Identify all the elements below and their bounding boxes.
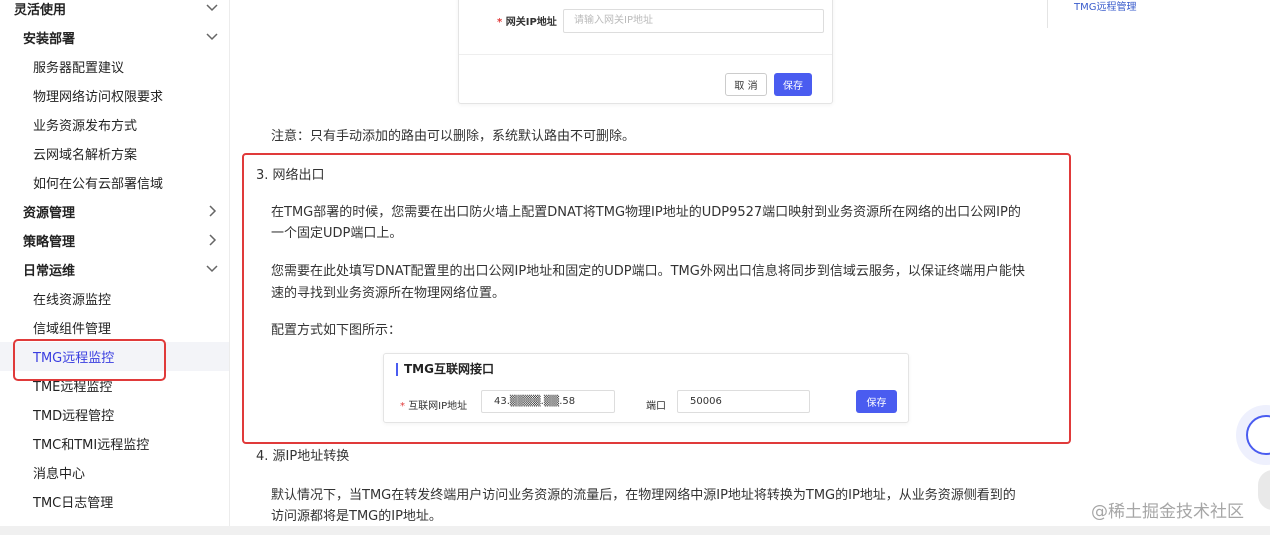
sidebar-item-resource-publish[interactable]: 业务资源发布方式 [0, 110, 229, 139]
paragraph-line: 在TMG部署的时候，您需要在出口防火墙上配置DNAT将TMG物理IP地址的UDP… [271, 205, 1021, 220]
sidebar-item-label: 信域组件管理 [33, 322, 112, 337]
main-content: * 网关IP地址 请输入网关IP地址 取 消 保存 注意：只有手动添加的路由可以… [230, 0, 1270, 535]
highlight-box-sidebar [13, 339, 166, 381]
headset-icon [1246, 415, 1270, 455]
toc-item-tmg-remote-mgmt[interactable]: TMG远程管理 [1074, 0, 1137, 13]
section-title: 3. 网络出口 [256, 168, 325, 183]
internet-ip-input[interactable]: 43.▒▒▒▒.▒▒.58 [481, 390, 615, 413]
sidebar-item-network-permission[interactable]: 物理网络访问权限要求 [0, 81, 229, 110]
gateway-ip-label: * 网关IP地址 [497, 17, 557, 28]
sidebar-item-label: 安装部署 [23, 32, 76, 47]
sidebar: 灵活使用 安装部署 服务器配置建议 物理网络访问权限要求 业务资源发布方式 云网… [0, 0, 230, 535]
watermark: @稀土掘金技术社区 [1091, 502, 1244, 522]
sidebar-item-label: 灵活使用 [14, 3, 67, 18]
sidebar-item-online-monitor[interactable]: 在线资源监控 [0, 284, 229, 313]
note-text: 注意：只有手动添加的路由可以删除，系统默认路由不可删除。 [271, 129, 636, 144]
sidebar-item-tmc-log[interactable]: TMC日志管理 [0, 487, 229, 516]
sidebar-item-tmc-tmi-monitor[interactable]: TMC和TMI远程监控 [0, 429, 229, 458]
paragraph-line: 访问源都将是TMG的IP地址。 [271, 509, 442, 524]
bottom-scrollbar[interactable] [0, 526, 1270, 535]
sidebar-item-label: TMC日志管理 [33, 496, 114, 511]
sidebar-item-label: 如何在公有云部署信域 [33, 177, 164, 192]
toc-divider [1047, 0, 1048, 28]
tmg-card-title: TMG互联网接口 [396, 363, 494, 376]
sidebar-item-component-mgmt[interactable]: 信域组件管理 [0, 313, 229, 342]
sidebar-item-label: 消息中心 [33, 467, 86, 482]
sidebar-item-tmd-control[interactable]: TMD远程管控 [0, 400, 229, 429]
paragraph-line: 速的寻找到业务资源所在物理网络位置。 [271, 286, 506, 301]
paragraph-line: 一个固定UDP端口上。 [271, 226, 403, 241]
sidebar-item-policy-mgmt[interactable]: 策略管理 [0, 226, 229, 255]
sidebar-item-label: 物理网络访问权限要求 [33, 90, 164, 105]
chevron-right-icon [209, 205, 217, 217]
section-title: 4. 源IP地址转换 [256, 449, 350, 464]
gateway-ip-input[interactable]: 请输入网关IP地址 [563, 9, 824, 33]
gateway-form-card: * 网关IP地址 请输入网关IP地址 取 消 保存 [458, 0, 833, 104]
sidebar-item-install-deploy[interactable]: 安装部署 [0, 23, 229, 52]
sidebar-item-flexible-use[interactable]: 灵活使用 [0, 0, 229, 23]
sidebar-item-label: 资源管理 [23, 206, 76, 221]
tmg-save-button[interactable]: 保存 [856, 390, 897, 413]
sidebar-item-daily-ops[interactable]: 日常运维 [0, 255, 229, 284]
sidebar-item-label: 服务器配置建议 [33, 61, 125, 76]
sidebar-item-label: TMD远程管控 [33, 409, 115, 424]
sidebar-item-message-center[interactable]: 消息中心 [0, 458, 229, 487]
sidebar-item-label: 日常运维 [23, 264, 76, 279]
tmg-interface-card: TMG互联网接口 * 互联网IP地址 43.▒▒▒▒.▒▒.58 端口 5000… [383, 353, 909, 423]
port-label: 端口 [646, 401, 666, 412]
port-input[interactable]: 50006 [677, 390, 810, 413]
divider [459, 54, 832, 55]
sidebar-item-label: 策略管理 [23, 235, 76, 250]
chevron-right-icon [209, 234, 217, 246]
chevron-down-icon [206, 33, 218, 41]
sidebar-item-resource-mgmt[interactable]: 资源管理 [0, 197, 229, 226]
internet-ip-label: * 互联网IP地址 [400, 401, 468, 412]
paragraph-line: 默认情况下，当TMG在转发终端用户访问业务资源的流量后，在物理网络中源IP地址将… [271, 488, 1016, 503]
sidebar-item-label: 业务资源发布方式 [33, 119, 138, 134]
sidebar-item-label: TMC和TMI远程监控 [33, 438, 150, 453]
chevron-down-icon [206, 4, 218, 12]
cancel-button[interactable]: 取 消 [725, 73, 767, 96]
sidebar-item-label: 在线资源监控 [33, 293, 112, 308]
sidebar-item-server-config[interactable]: 服务器配置建议 [0, 52, 229, 81]
chevron-down-icon [206, 265, 218, 273]
sidebar-item-public-cloud[interactable]: 如何在公有云部署信域 [0, 168, 229, 197]
save-button[interactable]: 保存 [774, 73, 812, 96]
sidebar-item-label: 云网域名解析方案 [33, 148, 138, 163]
config-intro-text: 配置方式如下图所示： [271, 323, 402, 338]
sidebar-item-dns-plan[interactable]: 云网域名解析方案 [0, 139, 229, 168]
paragraph-line: 您需要在此处填写DNAT配置里的出口公网IP地址和固定的UDP端口。TMG外网出… [271, 264, 1025, 279]
